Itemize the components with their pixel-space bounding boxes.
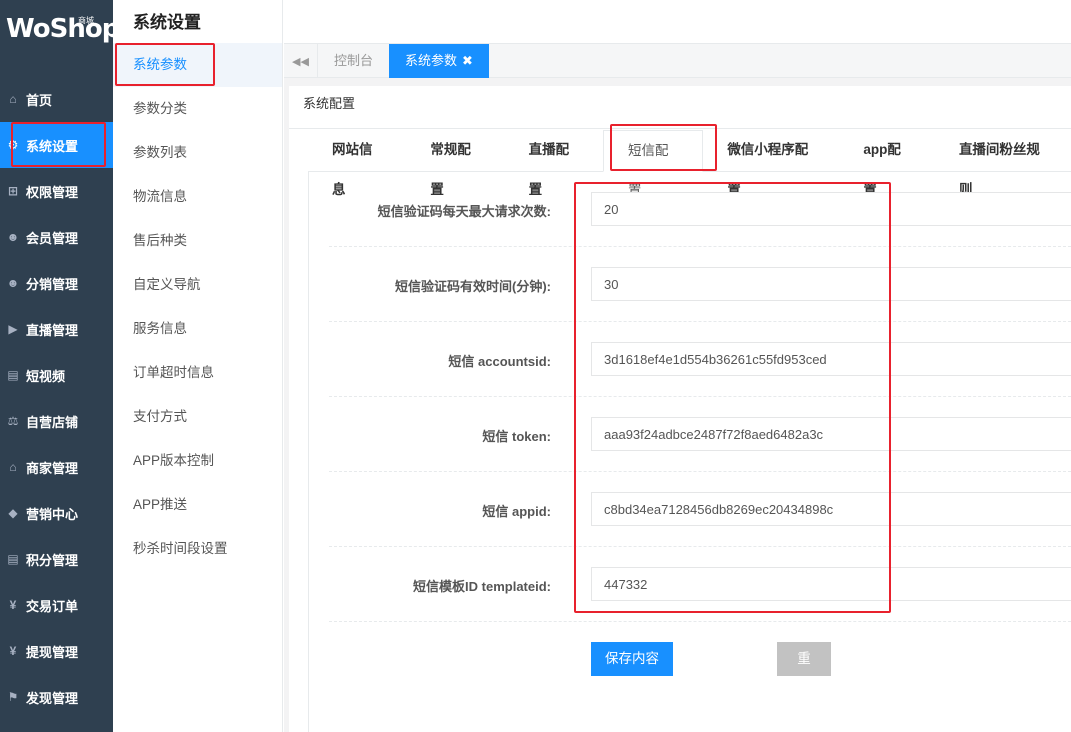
nav-item[interactable]: ⚙ 系统设置 — [0, 122, 113, 168]
field-label: 短信模板ID templateid: — [413, 579, 551, 594]
config-tabs: 网站信息 常规配置 直播配置 短信配置 微信小程序配置 app配置 直播间粉丝规则 — [308, 124, 1071, 198]
sub-menu-item[interactable]: 参数分类 — [113, 87, 282, 131]
highlight-box — [11, 122, 106, 167]
nav-item[interactable]: ⌂ 首页 — [0, 76, 113, 122]
scale-icon: ⚖ — [7, 414, 19, 428]
nav-item-label: 首页 — [26, 92, 53, 108]
row-divider — [329, 621, 1071, 622]
yen-icon: ¥ — [9, 644, 17, 658]
field-label: 短信验证码每天最大请求次数: — [377, 204, 551, 219]
logo-mall: 商城 — [78, 16, 94, 25]
nav-item-label: 交易订单 — [26, 598, 79, 614]
nav-item[interactable]: ◆ 营销中心 — [0, 490, 113, 536]
field-label: 短信 token: — [482, 429, 551, 444]
sub-menu-item[interactable]: 系统参数 — [113, 43, 282, 87]
sub-menu-item[interactable]: 支付方式 — [113, 395, 282, 439]
nav-item[interactable]: ▤ 积分管理 — [0, 536, 113, 582]
bank-icon: ⌂ — [9, 460, 17, 474]
nav-item-label: 营销中心 — [26, 506, 79, 522]
sub-menu-item[interactable]: 秒杀时间段设置 — [113, 527, 282, 571]
nav-item-label: 商家管理 — [26, 460, 79, 476]
field-label: 短信 appid: — [482, 504, 551, 519]
nav-item-label: 权限管理 — [26, 184, 79, 200]
sub-menu-list: 系统参数 参数分类 参数列表 物流信息 售后种类 自定义导航 服务信息 订单超时信息 支付方式 A… — [113, 43, 282, 571]
tab-home[interactable]: 控制台 — [318, 44, 389, 78]
sub-menu-item[interactable]: APP推送 — [113, 483, 282, 527]
config-tab[interactable]: 常规配置 — [406, 130, 504, 197]
sub-menu-item[interactable]: 物流信息 — [113, 175, 282, 219]
sub-menu: 系统设置 系统参数 参数分类 参数列表 物流信息 售后种类 自定义导航 服务信息 订单超时信息… — [113, 0, 283, 732]
nav-item[interactable]: ¥ 交易订单 — [0, 582, 113, 628]
top-bar — [284, 0, 1071, 44]
form-buttons: 保存内容 重置 — [309, 642, 1071, 700]
config-tab[interactable]: 网站信息 — [308, 130, 406, 197]
logo-brand: WoShop — [6, 14, 120, 44]
config-tab[interactable]: 短信配置 — [602, 124, 717, 198]
tab-current-label: 系统参数 — [405, 53, 458, 68]
sub-menu-item[interactable]: 参数列表 — [113, 131, 282, 175]
page-tabs: ◀◀ 控制台 系统参数 ✖ — [284, 44, 1071, 78]
field-label: 短信验证码有效时间(分钟): — [395, 279, 551, 294]
tabs-back-icon[interactable]: ◀◀ — [284, 44, 318, 78]
highlight-box — [115, 43, 215, 86]
nav-item[interactable]: ⌂ 商家管理 — [0, 444, 113, 490]
main-nav: ⌂ 首页 ⚙ 系统设置 ⊞ 权限管理 ☻ 会员管理 ☻ 分销管理 ▶ 直播管理 ▤ 短视频 ⚖ 自营店铺 ⌂ 商家… — [0, 76, 113, 720]
sub-menu-item[interactable]: APP版本控制 — [113, 439, 282, 483]
nav-item-label: 提现管理 — [26, 644, 79, 660]
close-icon[interactable]: ✖ — [462, 53, 473, 68]
sms-config-form: 短信验证码每天最大请求次数: 短信验证码有效时间(分钟): 短信 accountsi… — [308, 172, 1071, 732]
config-tab[interactable]: 微信小程序配置 — [703, 130, 839, 197]
users-icon: ☻ — [6, 230, 20, 244]
yen-icon: ¥ — [9, 598, 17, 612]
nav-item[interactable]: ▤ 短视频 — [0, 352, 113, 398]
nav-item-label: 分销管理 — [26, 276, 79, 292]
sub-menu-item[interactable]: 自定义导航 — [113, 263, 282, 307]
sitemap-icon: ⊞ — [7, 184, 19, 198]
field-label: 短信 accountsid: — [448, 354, 551, 369]
nav-item[interactable]: ▶ 直播管理 — [0, 306, 113, 352]
tag-icon: ◆ — [8, 506, 18, 520]
reset-button[interactable]: 重置 — [777, 642, 831, 700]
highlight-box — [574, 182, 891, 613]
save-button[interactable]: 保存内容 — [591, 642, 673, 676]
nav-item[interactable]: ¥ 提现管理 — [0, 628, 113, 674]
video-icon: ▶ — [8, 322, 18, 336]
sub-menu-title: 系统设置 — [133, 13, 201, 32]
highlight-box — [609, 124, 717, 171]
nav-item-label: 短视频 — [26, 368, 66, 384]
sub-menu-item[interactable]: 服务信息 — [113, 307, 282, 351]
home-icon: ⌂ — [9, 92, 17, 106]
config-tab[interactable]: 直播间粉丝规则 — [935, 130, 1071, 197]
file-icon: ▤ — [7, 368, 19, 382]
config-tab[interactable]: 直播配置 — [505, 130, 603, 197]
nav-item[interactable]: ☻ 分销管理 — [0, 260, 113, 306]
file-icon: ▤ — [7, 552, 19, 566]
nav-item[interactable]: ⊞ 权限管理 — [0, 168, 113, 214]
nav-item-label: 会员管理 — [26, 230, 79, 246]
nav-item-label: 直播管理 — [26, 322, 79, 338]
nav-item[interactable]: ⚖ 自营店铺 — [0, 398, 113, 444]
users-icon: ☻ — [6, 276, 20, 290]
nav-item[interactable]: ⚑ 发现管理 — [0, 674, 113, 720]
logo[interactable]: WoShop 商城 — [0, 0, 120, 76]
nav-item-label: 自营店铺 — [26, 414, 79, 430]
tab-current[interactable]: 系统参数 ✖ — [389, 44, 489, 78]
config-tab[interactable]: app配置 — [839, 130, 935, 197]
nav-item[interactable]: ☻ 会员管理 — [0, 214, 113, 260]
flag-icon: ⚑ — [7, 690, 19, 704]
panel-body: 网站信息 常规配置 直播配置 短信配置 微信小程序配置 app配置 直播间粉丝规则 短信验证… — [289, 86, 1071, 732]
nav-item-label: 发现管理 — [26, 690, 79, 706]
nav-item-label: 积分管理 — [26, 552, 79, 568]
main-sidebar: WoShop 商城 ⌂ 首页 ⚙ 系统设置 ⊞ 权限管理 ☻ 会员管理 ☻ 分销管理 ▶ 直播管理 ▤ 短… — [0, 0, 120, 732]
sub-menu-item[interactable]: 订单超时信息 — [113, 351, 282, 395]
sub-menu-item[interactable]: 售后种类 — [113, 219, 282, 263]
